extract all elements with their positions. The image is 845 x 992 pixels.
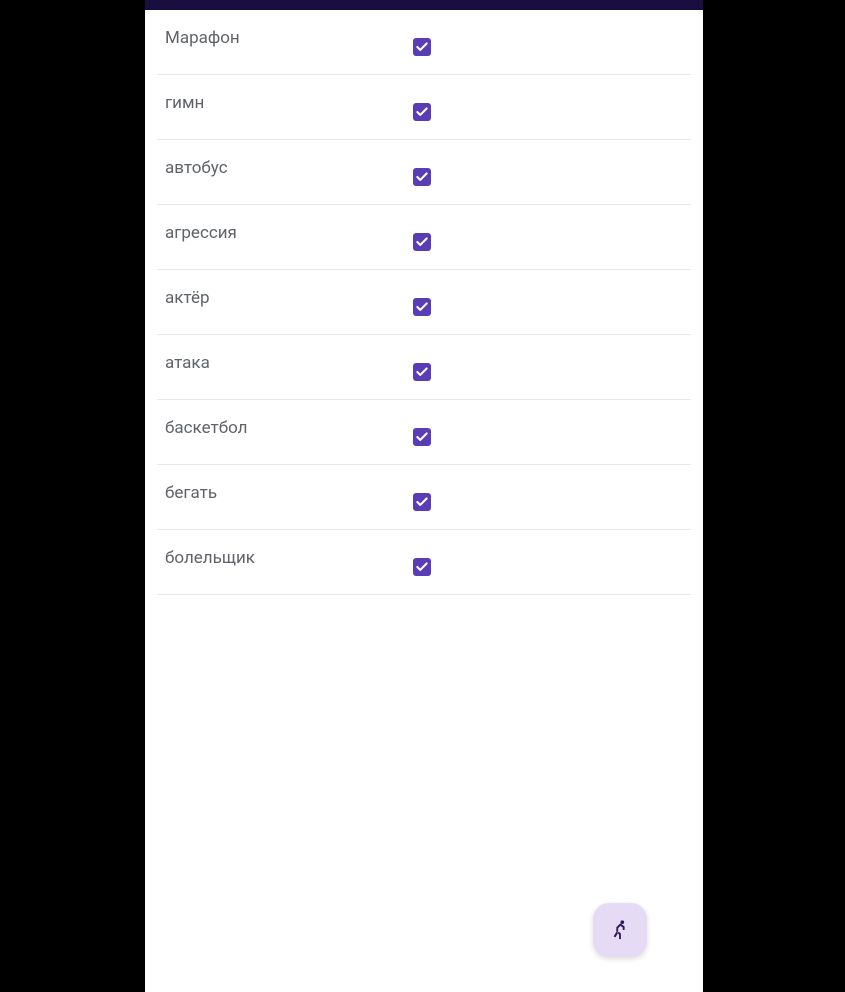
list-item[interactable]: автобус	[157, 140, 691, 205]
word-label: Марафон	[157, 24, 413, 48]
list-item[interactable]: баскетбол	[157, 400, 691, 465]
app-screen: Марафон гимн автобус	[145, 0, 703, 992]
checkbox-container	[413, 414, 431, 446]
list-item[interactable]: болельщик	[157, 530, 691, 595]
checkbox[interactable]	[413, 428, 431, 446]
check-icon	[415, 365, 429, 379]
checkbox-container	[413, 349, 431, 381]
list-item[interactable]: гимн	[157, 75, 691, 140]
list-item[interactable]: атака	[157, 335, 691, 400]
word-label: автобус	[157, 154, 413, 178]
word-label: бегать	[157, 479, 413, 503]
word-list: Марафон гимн автобус	[145, 10, 703, 992]
word-label: актёр	[157, 284, 413, 308]
checkbox-container	[413, 284, 431, 316]
word-label: агрессия	[157, 219, 413, 243]
check-icon	[415, 40, 429, 54]
checkbox[interactable]	[413, 558, 431, 576]
checkbox-container	[413, 544, 431, 576]
list-item[interactable]: агрессия	[157, 205, 691, 270]
checkbox-container	[413, 219, 431, 251]
word-label: болельщик	[157, 544, 413, 568]
check-icon	[415, 560, 429, 574]
checkbox[interactable]	[413, 298, 431, 316]
check-icon	[415, 495, 429, 509]
check-icon	[415, 170, 429, 184]
check-icon	[415, 300, 429, 314]
checkbox-container	[413, 89, 431, 121]
run-icon	[609, 919, 631, 941]
checkbox[interactable]	[413, 168, 431, 186]
checkbox-container	[413, 154, 431, 186]
checkbox[interactable]	[413, 493, 431, 511]
word-label: атака	[157, 349, 413, 373]
run-fab-button[interactable]	[593, 903, 647, 957]
list-item[interactable]: актёр	[157, 270, 691, 335]
list-item[interactable]: бегать	[157, 465, 691, 530]
check-icon	[415, 235, 429, 249]
header-bar	[145, 0, 703, 10]
checkbox[interactable]	[413, 233, 431, 251]
word-label: гимн	[157, 89, 413, 113]
checkbox-container	[413, 479, 431, 511]
checkbox-container	[413, 24, 431, 56]
list-item[interactable]: Марафон	[157, 10, 691, 75]
checkbox[interactable]	[413, 363, 431, 381]
check-icon	[415, 430, 429, 444]
check-icon	[415, 105, 429, 119]
word-label: баскетбол	[157, 414, 413, 438]
checkbox[interactable]	[413, 103, 431, 121]
checkbox[interactable]	[413, 38, 431, 56]
